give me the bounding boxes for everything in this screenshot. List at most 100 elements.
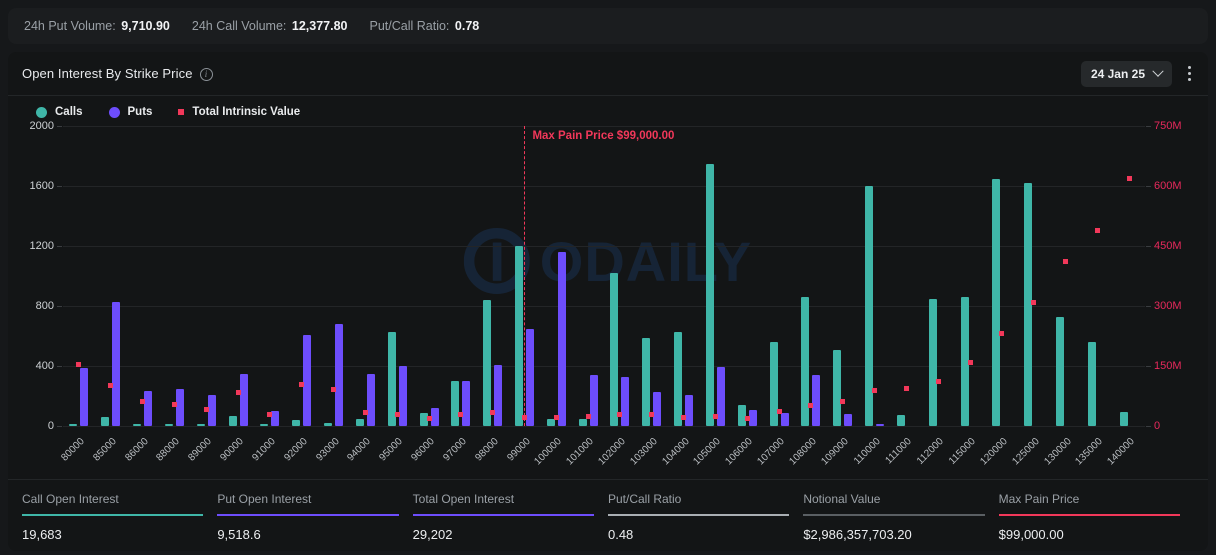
put-bar[interactable] bbox=[844, 414, 853, 426]
call-bar[interactable] bbox=[674, 331, 683, 426]
intrinsic-value-point[interactable] bbox=[553, 414, 559, 420]
call-bar[interactable] bbox=[164, 424, 173, 426]
bar-group[interactable] bbox=[763, 126, 795, 426]
call-bar[interactable] bbox=[515, 246, 523, 426]
bar-group[interactable] bbox=[636, 126, 668, 426]
intrinsic-value-point[interactable] bbox=[808, 402, 814, 408]
bar-group[interactable] bbox=[63, 126, 95, 426]
intrinsic-value-point[interactable] bbox=[1031, 299, 1037, 305]
put-bar[interactable] bbox=[716, 366, 725, 426]
call-bar[interactable] bbox=[1056, 316, 1065, 426]
put-bar[interactable] bbox=[589, 375, 598, 426]
intrinsic-value-point[interactable] bbox=[171, 401, 177, 407]
bar-group[interactable] bbox=[349, 126, 381, 426]
intrinsic-value-point[interactable] bbox=[426, 415, 432, 421]
put-bar[interactable] bbox=[653, 392, 662, 426]
call-bar[interactable] bbox=[833, 349, 842, 426]
call-bar[interactable] bbox=[292, 420, 301, 426]
bar-group[interactable] bbox=[286, 126, 318, 426]
bar-group[interactable] bbox=[127, 126, 159, 426]
call-bar[interactable] bbox=[483, 300, 492, 426]
bar-group[interactable] bbox=[222, 126, 254, 426]
intrinsic-value-point[interactable] bbox=[140, 398, 146, 404]
intrinsic-value-point[interactable] bbox=[967, 359, 973, 365]
kebab-menu-icon[interactable] bbox=[1180, 62, 1198, 85]
call-bar[interactable] bbox=[101, 416, 110, 426]
intrinsic-value-point[interactable] bbox=[490, 410, 496, 416]
legend-item-puts[interactable]: Puts bbox=[108, 106, 152, 118]
bar-group[interactable] bbox=[1018, 126, 1050, 426]
bar-group[interactable] bbox=[477, 126, 509, 426]
intrinsic-value-point[interactable] bbox=[203, 406, 209, 412]
intrinsic-value-point[interactable] bbox=[935, 378, 941, 384]
intrinsic-value-point[interactable] bbox=[1126, 175, 1132, 181]
bar-group[interactable] bbox=[1082, 126, 1114, 426]
call-bar[interactable] bbox=[1119, 411, 1128, 426]
put-bar[interactable] bbox=[494, 365, 503, 426]
intrinsic-value-point[interactable] bbox=[744, 415, 750, 421]
put-bar[interactable] bbox=[462, 381, 471, 426]
bar-group[interactable] bbox=[1113, 126, 1145, 426]
bar-group[interactable] bbox=[572, 126, 604, 426]
bar-group[interactable] bbox=[1050, 126, 1082, 426]
put-bar[interactable] bbox=[112, 301, 121, 426]
put-bar[interactable] bbox=[685, 394, 694, 426]
bar-group[interactable] bbox=[859, 126, 891, 426]
call-bar[interactable] bbox=[992, 178, 1001, 426]
put-bar[interactable] bbox=[526, 329, 534, 426]
bar-group[interactable] bbox=[318, 126, 350, 426]
call-bar[interactable] bbox=[324, 422, 333, 426]
bar-group[interactable] bbox=[827, 126, 859, 426]
call-bar[interactable] bbox=[578, 418, 587, 426]
bar-group[interactable] bbox=[158, 126, 190, 426]
intrinsic-value-point[interactable] bbox=[299, 381, 305, 387]
intrinsic-value-point[interactable] bbox=[649, 412, 655, 418]
call-bar[interactable] bbox=[133, 424, 142, 426]
bar-group[interactable] bbox=[891, 126, 923, 426]
call-bar[interactable] bbox=[1087, 342, 1096, 426]
bar-group[interactable] bbox=[731, 126, 763, 426]
intrinsic-value-point[interactable] bbox=[267, 411, 273, 417]
bar-group[interactable] bbox=[668, 126, 700, 426]
legend-item-total-intrinsic-value[interactable]: Total Intrinsic Value bbox=[178, 106, 300, 118]
bar-group[interactable] bbox=[954, 126, 986, 426]
intrinsic-value-point[interactable] bbox=[394, 411, 400, 417]
put-bar[interactable] bbox=[876, 424, 885, 426]
put-bar[interactable] bbox=[557, 252, 566, 426]
call-bar[interactable] bbox=[610, 273, 619, 426]
put-bar[interactable] bbox=[207, 394, 216, 426]
call-bar[interactable] bbox=[896, 414, 905, 426]
bar-group[interactable] bbox=[604, 126, 636, 426]
call-bar[interactable] bbox=[928, 299, 937, 426]
intrinsic-value-point[interactable] bbox=[585, 413, 591, 419]
intrinsic-value-point[interactable] bbox=[617, 411, 623, 417]
put-bar[interactable] bbox=[398, 366, 407, 426]
intrinsic-value-point[interactable] bbox=[362, 409, 368, 415]
put-bar[interactable] bbox=[239, 374, 248, 426]
put-bar[interactable] bbox=[271, 411, 280, 426]
call-bar[interactable] bbox=[451, 381, 460, 426]
intrinsic-value-point[interactable] bbox=[903, 385, 909, 391]
bar-group[interactable] bbox=[254, 126, 286, 426]
bar-group[interactable] bbox=[413, 126, 445, 426]
bar-group[interactable] bbox=[700, 126, 732, 426]
intrinsic-value-point[interactable] bbox=[1094, 227, 1100, 233]
put-bar[interactable] bbox=[366, 373, 375, 426]
bar-group[interactable] bbox=[95, 126, 127, 426]
put-bar[interactable] bbox=[335, 324, 344, 426]
intrinsic-value-point[interactable] bbox=[776, 409, 782, 415]
bar-group[interactable] bbox=[922, 126, 954, 426]
bar-group[interactable] bbox=[445, 126, 477, 426]
intrinsic-value-point[interactable] bbox=[999, 330, 1005, 336]
call-bar[interactable] bbox=[196, 424, 205, 426]
put-bar[interactable] bbox=[621, 377, 630, 426]
bar-group[interactable] bbox=[190, 126, 222, 426]
call-bar[interactable] bbox=[546, 418, 555, 426]
intrinsic-value-point[interactable] bbox=[76, 361, 82, 367]
intrinsic-value-point[interactable] bbox=[331, 386, 337, 392]
bar-group[interactable] bbox=[986, 126, 1018, 426]
intrinsic-value-point[interactable] bbox=[458, 412, 464, 418]
intrinsic-value-point[interactable] bbox=[712, 413, 718, 419]
info-icon[interactable]: i bbox=[199, 67, 213, 81]
put-bar[interactable] bbox=[748, 409, 757, 426]
